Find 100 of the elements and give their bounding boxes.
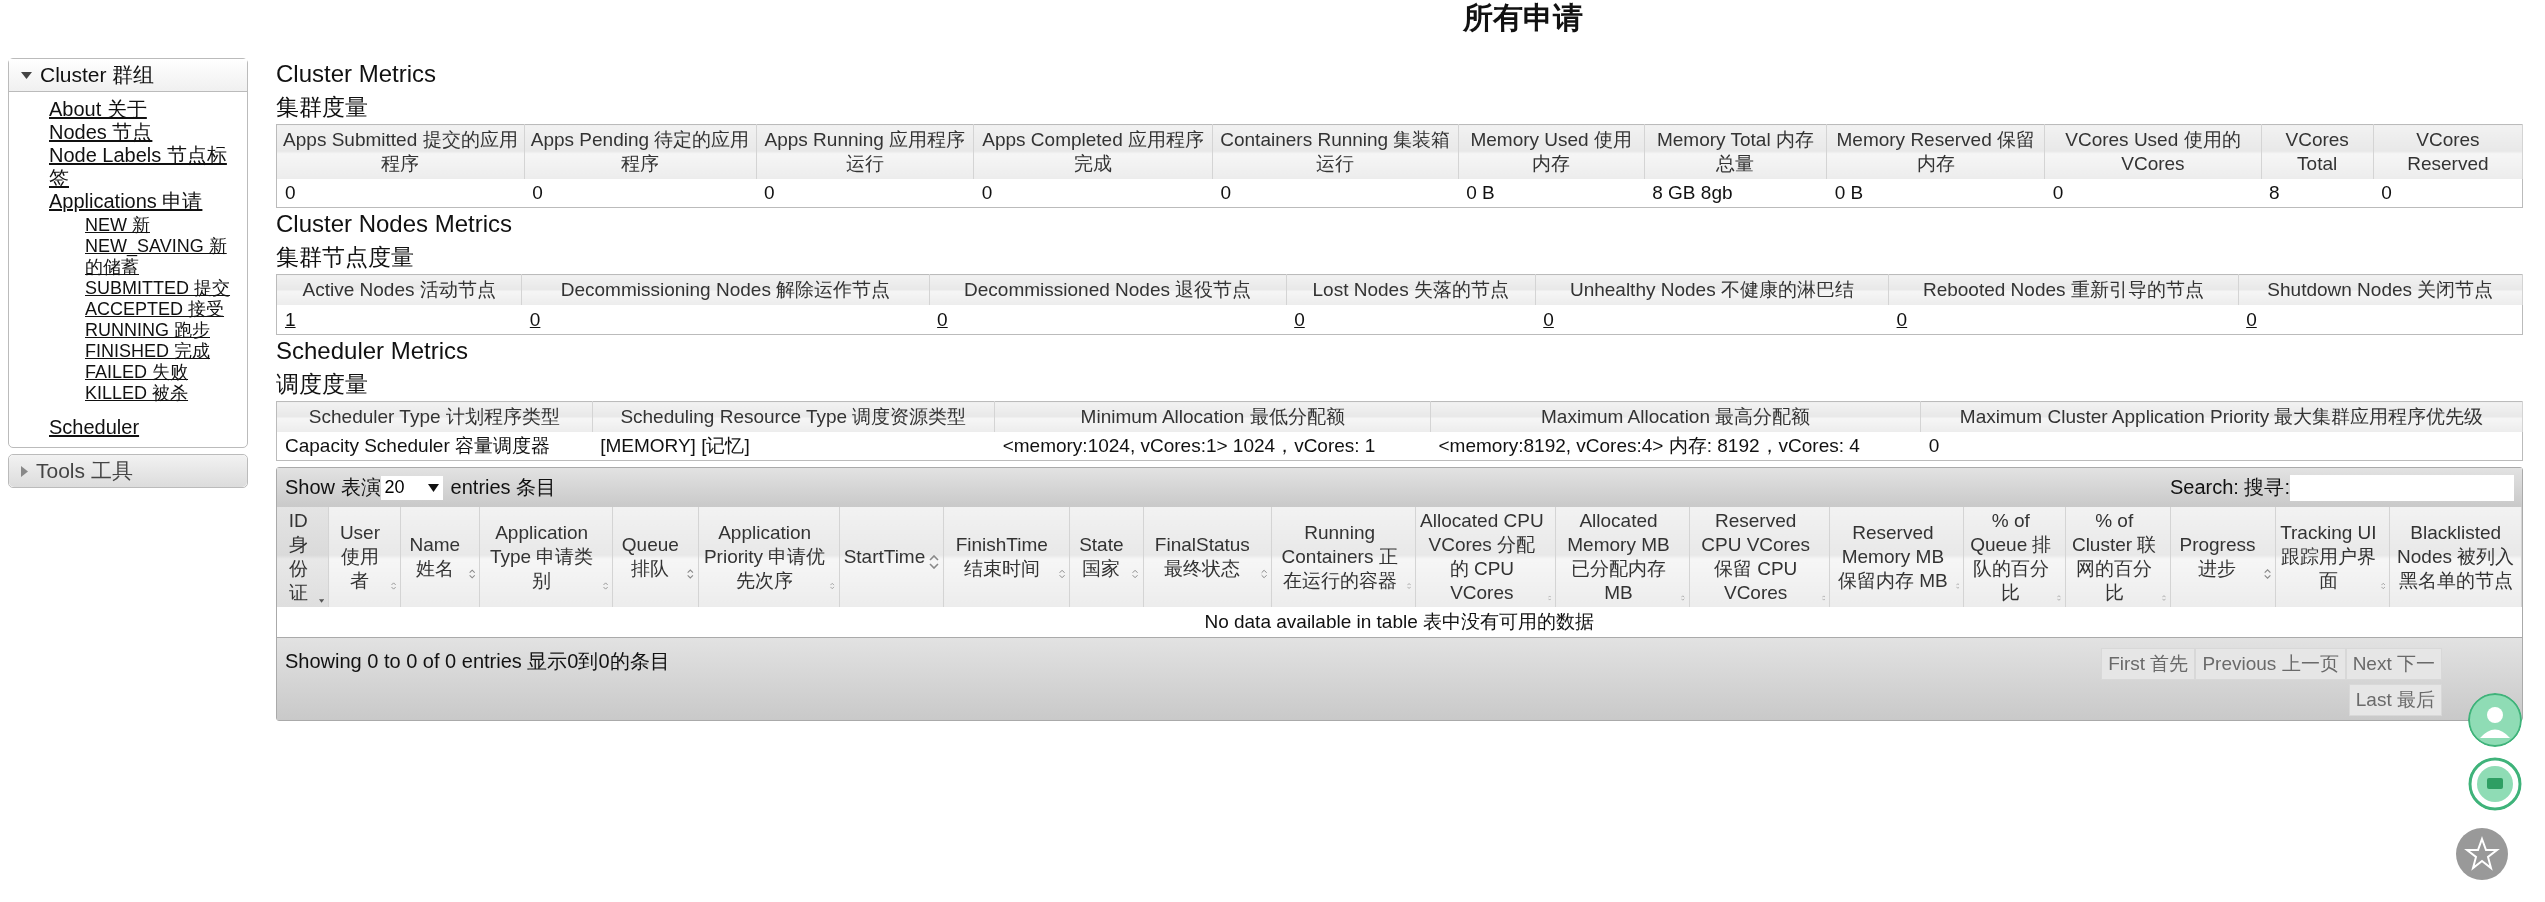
column-header: Active Nodes 活动节点 — [276, 274, 522, 305]
sort-icon[interactable] — [603, 579, 609, 593]
column-header[interactable]: StartTime — [839, 507, 944, 607]
sidebar-sublink[interactable]: KILLED 被杀 — [85, 383, 189, 404]
sort-desc-icon[interactable] — [319, 597, 325, 605]
sort-icon[interactable] — [1261, 567, 1268, 581]
search-label: Search: 搜寻: — [2169, 475, 2290, 500]
empty-message: No data available in table 表中没有可用的数据 — [1204, 611, 1595, 632]
metric-link[interactable]: 0 — [1896, 309, 1908, 330]
column-header[interactable]: Reserved Memory MB 保留内存 MB — [1829, 507, 1964, 607]
sort-icon[interactable] — [687, 567, 695, 581]
metric-link[interactable]: 0 — [937, 309, 948, 330]
column-header: VCores Reserved — [2373, 124, 2523, 179]
column-header: Scheduler Type 计划程序类型 — [276, 401, 593, 432]
sidebar-sublink[interactable]: ACCEPTED 接受 — [85, 299, 225, 320]
sort-icon[interactable] — [390, 579, 396, 593]
table-cell: [MEMORY] [记忆] — [600, 435, 750, 456]
column-header[interactable]: Reserved CPU VCores 保留 CPU VCores — [1689, 507, 1830, 607]
column-header[interactable]: Name 姓名 — [400, 507, 480, 607]
section-subtitle: 集群度量 — [276, 93, 369, 122]
section-subtitle: 调度度量 — [276, 370, 369, 399]
column-header: VCores Used 使用的VCores — [2044, 124, 2261, 179]
entries-info: Showing 0 to 0 of 0 entries 显示0到0的条目 — [285, 649, 670, 674]
column-header[interactable]: Allocated Memory MB 已分配内存 MB — [1555, 507, 1690, 607]
caret-down-icon — [21, 71, 32, 79]
sidebar-link[interactable]: Nodes 节点 — [49, 121, 153, 144]
sidebar-link[interactable]: Scheduler — [49, 416, 140, 439]
sidebar-link[interactable]: Applications 申请 — [49, 190, 203, 213]
sidebar-sublink[interactable]: NEW 新 — [85, 215, 150, 236]
page-title: 所有申请 — [1461, 0, 1584, 36]
sidebar-sublink[interactable]: FAILED 失败 — [85, 362, 189, 383]
column-header: Shutdown Nodes 关闭节点 — [2238, 274, 2523, 305]
table-cell: 0 — [532, 182, 543, 203]
column-header[interactable]: % of Queue 排队的百分比 — [1963, 507, 2066, 607]
table-cell: 0 — [2381, 182, 2392, 203]
column-header: Rebooted Nodes 重新引导的节点 — [1888, 274, 2239, 305]
column-header[interactable]: User 使用者 — [328, 507, 401, 607]
sidebar-section-header[interactable]: Cluster 群组 — [9, 59, 247, 92]
section-title: Scheduler Metrics — [276, 336, 470, 366]
sort-icon[interactable] — [1132, 567, 1139, 581]
sort-icon[interactable] — [1059, 567, 1066, 581]
table-cell: 8 GB 8gb — [1652, 182, 1733, 203]
table-cell: 0 B — [1834, 182, 1864, 203]
sidebar-sublink[interactable]: NEW_SAVING 新的储蓄 — [85, 236, 237, 278]
column-header[interactable]: ID 身份证 — [277, 507, 329, 607]
column-header: Containers Running 集装箱运行 — [1212, 124, 1459, 179]
table-cell: <memory:8192, vCores:4> 内存: 8192，vCores: 4 — [1438, 435, 1860, 456]
table-cell: <memory:1024, vCores:1> 1024，vCores: 1 — [1002, 435, 1376, 456]
section-title: Cluster Nodes Metrics — [276, 209, 514, 239]
sort-icon[interactable] — [468, 567, 476, 581]
avatar-icon[interactable] — [2468, 693, 2522, 747]
column-header[interactable]: Running Containers 正在运行的容器 — [1271, 507, 1416, 607]
column-header: Decommissioned Nodes 退役节点 — [929, 274, 1287, 305]
page-size-select[interactable]: 20 — [380, 475, 443, 500]
column-header: Maximum Cluster Application Priority 最大集群应用程序优先级 — [1920, 401, 2523, 432]
column-header[interactable]: Blacklisted Nodes 被列入黑名单的节点 — [2389, 507, 2522, 607]
column-header[interactable]: % of Cluster 联网的百分比 — [2065, 507, 2171, 607]
metric-link[interactable]: 0 — [2246, 309, 2257, 330]
table-cell: 8 — [2269, 182, 2280, 203]
table-cell: Capacity Scheduler 容量调度器 — [285, 435, 551, 456]
column-header[interactable]: Allocated CPU VCores 分配的 CPU VCores — [1415, 507, 1556, 607]
table-cell: 0 — [2052, 182, 2064, 203]
column-header[interactable]: Application Type 申请类别 — [479, 507, 613, 607]
column-header: Memory Reserved 保留内存 — [1826, 124, 2045, 179]
sidebar-section-header[interactable]: Tools 工具 — [9, 455, 247, 487]
table-cell: 0 — [764, 182, 775, 203]
sidebar-link[interactable]: About 关于 — [49, 98, 147, 121]
section-title: Cluster Metrics — [276, 59, 438, 89]
column-header[interactable]: State 国家 — [1069, 507, 1143, 607]
column-header[interactable]: Application Priority 申请优先次序 — [698, 507, 840, 607]
column-header: Unhealthy Nodes 不健康的淋巴结 — [1535, 274, 1889, 305]
table-cell: 0 — [1928, 435, 1940, 456]
metric-link[interactable]: 1 — [285, 309, 296, 330]
metric-link[interactable]: 0 — [1543, 309, 1554, 330]
sidebar-sublink[interactable]: RUNNING 跑步 — [85, 320, 210, 341]
column-header: Apps Pending 待定的应用程序 — [524, 124, 756, 179]
caret-right-icon — [21, 465, 28, 477]
sort-icon[interactable] — [2263, 567, 2271, 581]
column-header[interactable]: Queue 排队 — [612, 507, 699, 607]
caret-down-icon — [427, 483, 439, 492]
column-header: VCores Total — [2261, 124, 2374, 179]
table-cell: 0 — [285, 182, 296, 203]
sidebar-link[interactable]: Node Labels 节点标签 — [49, 144, 237, 190]
section-subtitle: 集群节点度量 — [276, 243, 415, 272]
sidebar-sublink[interactable]: FINISHED 完成 — [85, 341, 210, 362]
column-header: Apps Running 应用程序运行 — [756, 124, 974, 179]
column-header[interactable]: Progress 进步 — [2170, 507, 2276, 607]
metric-link[interactable]: 0 — [1294, 309, 1305, 330]
column-header[interactable]: FinalStatus 最终状态 — [1143, 507, 1272, 607]
column-header[interactable]: FinishTime 结束时间 — [943, 507, 1070, 607]
show-label: Show 表演 — [285, 475, 381, 500]
column-header: Minimum Allocation 最低分配额 — [994, 401, 1431, 432]
search-field[interactable] — [2290, 474, 2514, 501]
column-header[interactable]: Tracking UI 跟踪用户界面 — [2275, 507, 2390, 607]
column-header: Decommissioning Nodes 解除运作节点 — [521, 274, 930, 305]
sort-icon[interactable] — [929, 555, 940, 569]
chat-icon[interactable] — [2468, 757, 2522, 811]
column-header: Memory Total 内存总量 — [1644, 124, 1827, 179]
metric-link[interactable]: 0 — [529, 309, 541, 330]
sidebar-sublink[interactable]: SUBMITTED 提交 — [85, 278, 230, 299]
